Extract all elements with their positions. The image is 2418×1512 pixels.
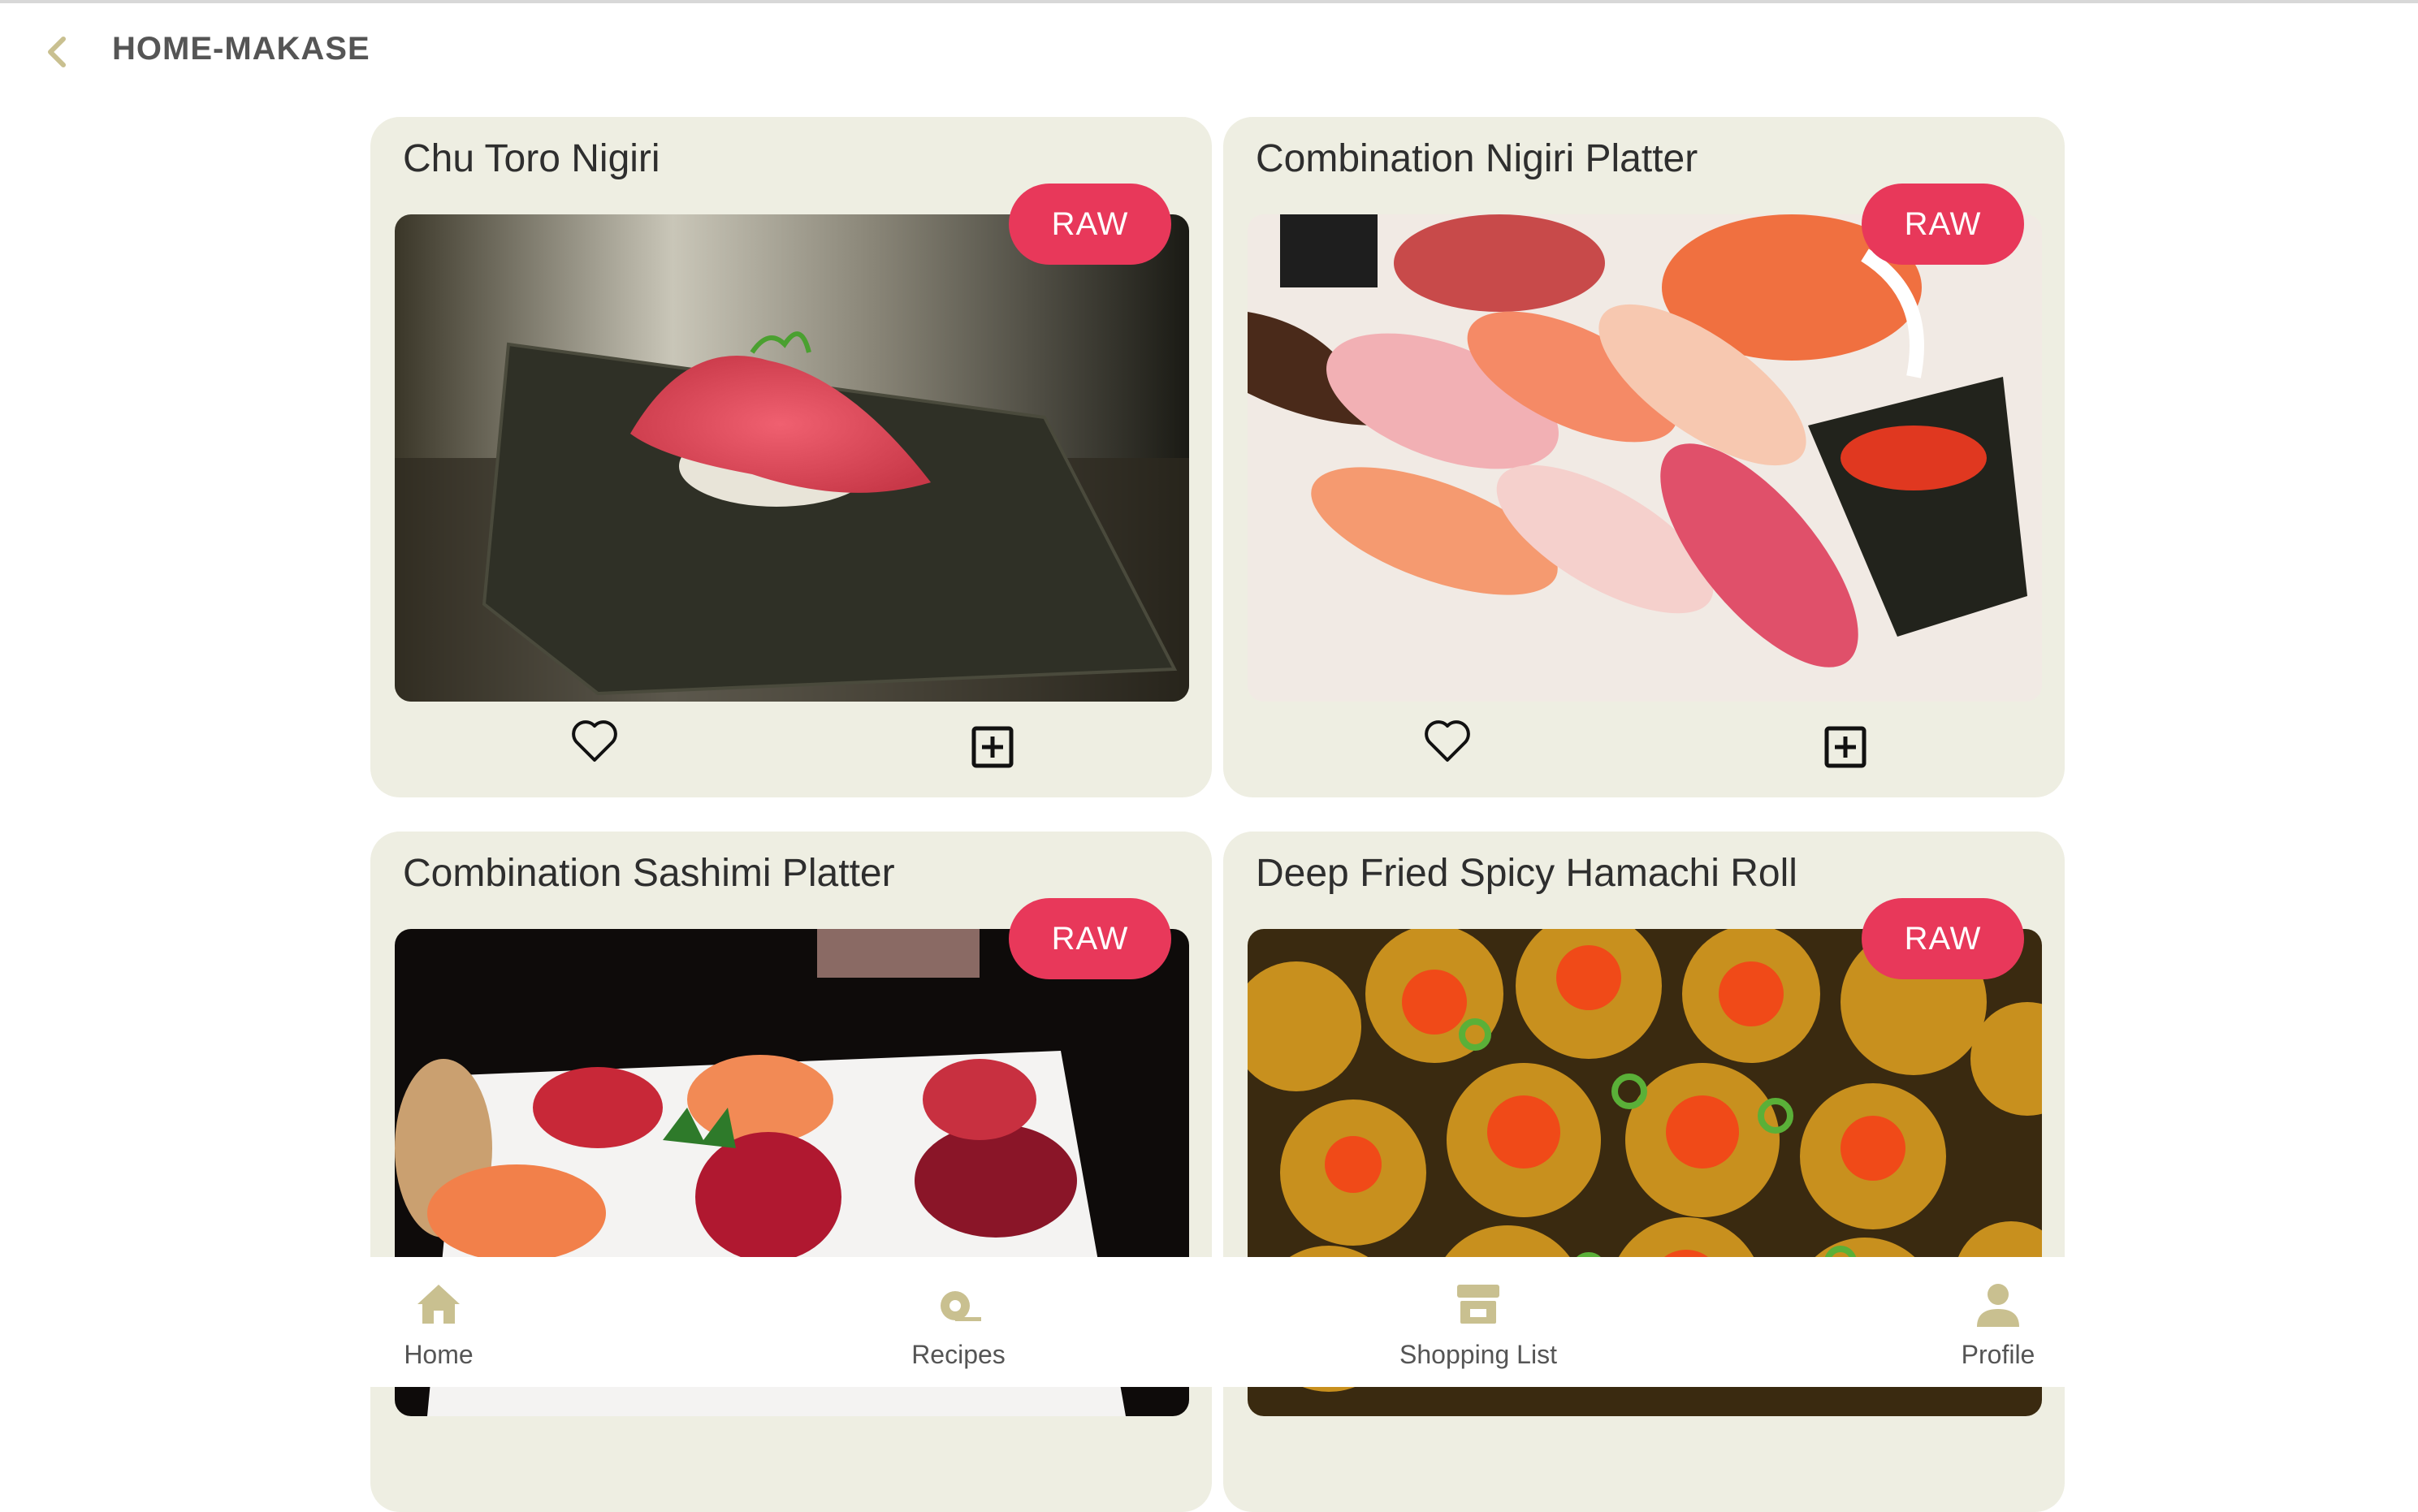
raw-badge: RAW bbox=[1862, 898, 2024, 979]
nav-recipes[interactable]: Recipes bbox=[837, 1272, 1080, 1377]
heart-icon[interactable] bbox=[1423, 718, 1472, 763]
page-title: HOME-MAKASE bbox=[112, 31, 370, 67]
recipe-card-hamachi-roll[interactable]: Deep Fried Spicy Hamachi Roll RAW bbox=[1223, 832, 2065, 1512]
recipe-card-chu-toro[interactable]: Chu Toro Nigiri RAW bbox=[370, 117, 1212, 797]
card-title: Combination Nigiri Platter bbox=[1256, 137, 1698, 180]
card-title: Combination Sashimi Platter bbox=[403, 852, 895, 895]
recipe-card-nigiri-platter[interactable]: Combination Nigiri Platter RAW bbox=[1223, 117, 2065, 797]
nav-label: Profile bbox=[1961, 1340, 2035, 1369]
raw-badge: RAW bbox=[1862, 184, 2024, 265]
raw-badge: RAW bbox=[1009, 184, 1171, 265]
person-icon bbox=[1977, 1284, 2019, 1327]
nav-home[interactable]: Home bbox=[317, 1272, 560, 1377]
nav-shopping-list[interactable]: Shopping List bbox=[1356, 1272, 1600, 1377]
heart-icon[interactable] bbox=[570, 718, 619, 763]
nav-label: Recipes bbox=[911, 1340, 1006, 1369]
nav-label: Shopping List bbox=[1399, 1340, 1557, 1369]
chevron-left-icon[interactable] bbox=[42, 34, 71, 70]
nav-label: Home bbox=[404, 1340, 474, 1369]
recipes-icon bbox=[941, 1291, 981, 1321]
storefront-icon bbox=[1457, 1285, 1499, 1324]
card-title: Deep Fried Spicy Hamachi Roll bbox=[1256, 852, 1797, 895]
recipe-card-sashimi-platter[interactable]: Combination Sashimi Platter RAW bbox=[370, 832, 1212, 1512]
home-icon bbox=[417, 1285, 460, 1324]
dish-image bbox=[1248, 214, 2042, 702]
add-box-icon[interactable] bbox=[1824, 726, 1866, 768]
bottom-nav: Home Recipes Shopping List Profile bbox=[0, 1257, 2418, 1387]
nav-profile[interactable]: Profile bbox=[1876, 1272, 2120, 1377]
app-header: HOME-MAKASE bbox=[0, 0, 2418, 97]
card-title: Chu Toro Nigiri bbox=[403, 137, 660, 180]
raw-badge: RAW bbox=[1009, 898, 1171, 979]
dish-image bbox=[395, 214, 1189, 702]
add-box-icon[interactable] bbox=[971, 726, 1014, 768]
